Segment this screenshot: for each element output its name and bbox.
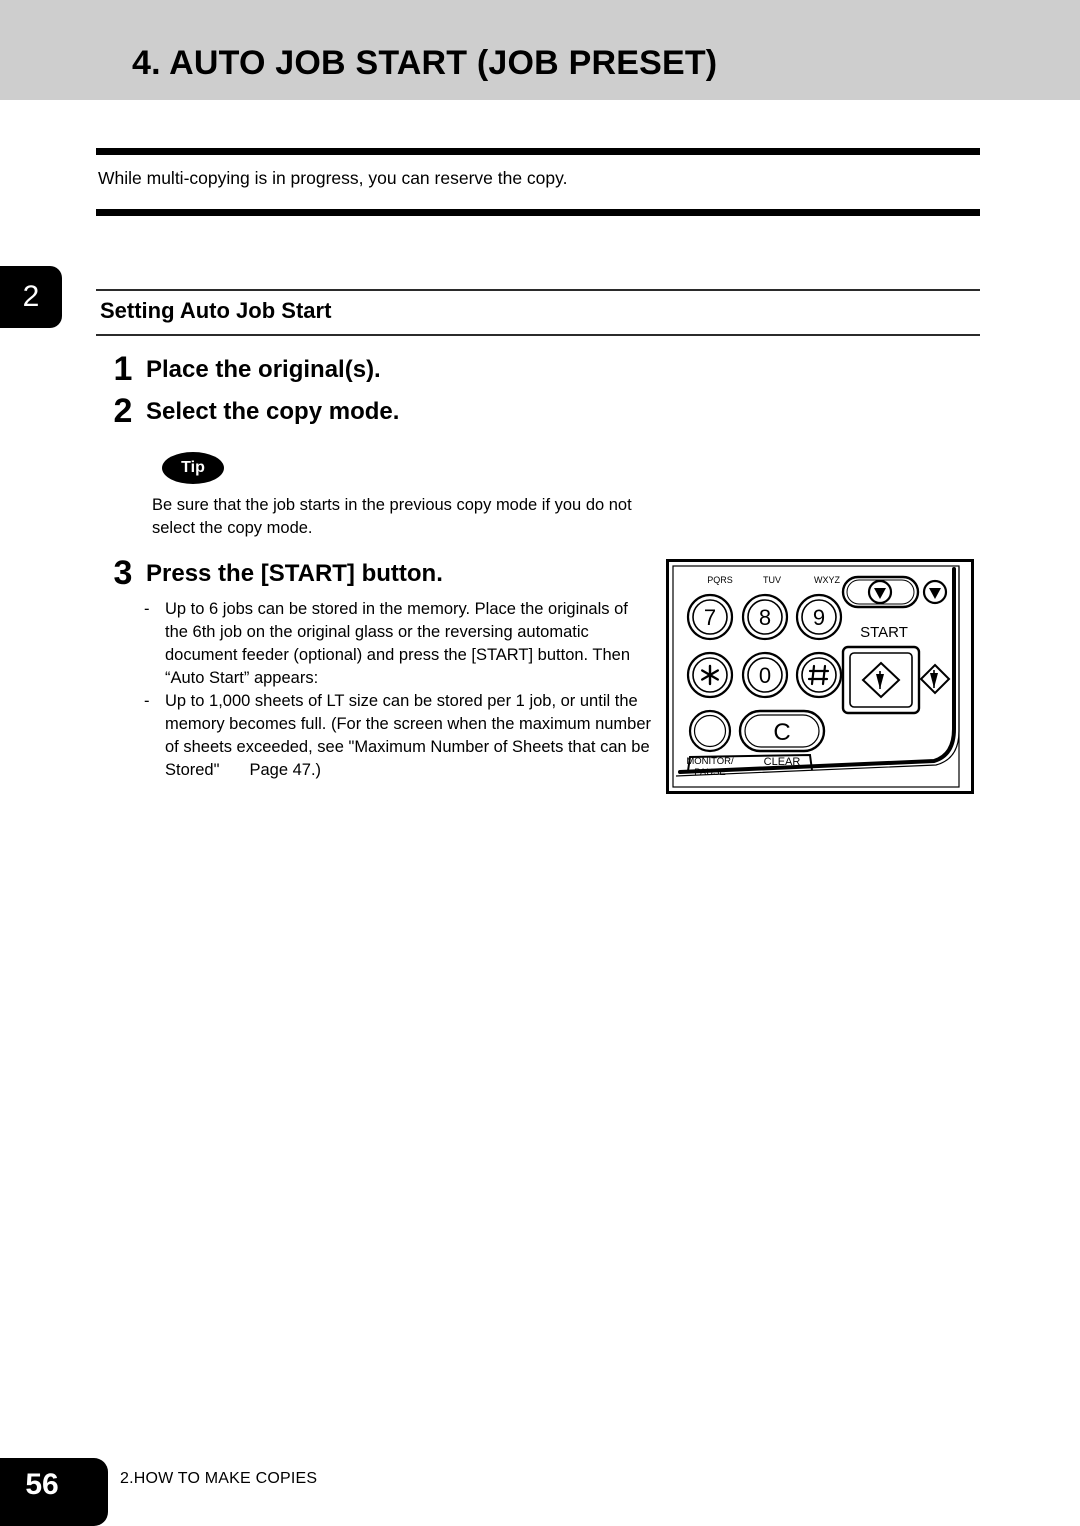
- stop-indicator-icon: [922, 579, 948, 605]
- note-1-text: Up to 6 jobs can be stored in the memory…: [165, 600, 631, 687]
- notes-list: - Up to 6 jobs can be stored in the memo…: [143, 598, 653, 782]
- section-rule-top: [96, 289, 980, 291]
- footer-page-number: 56: [25, 1468, 59, 1501]
- svg-text:PQRS: PQRS: [707, 575, 733, 585]
- svg-text:8: 8: [759, 605, 771, 630]
- chapter-tab-number: 2: [22, 280, 40, 313]
- bullet-dash-icon: -: [144, 692, 150, 710]
- tip-body-text: Be sure that the job starts in the previ…: [152, 496, 632, 537]
- section-title: Setting Auto Job Start: [100, 298, 332, 323]
- svg-text:9: 9: [813, 605, 825, 630]
- section-rule-bottom: [96, 334, 980, 336]
- keypad-key-hash: [795, 651, 843, 699]
- tip-badge-label: Tip: [181, 459, 205, 476]
- svg-text:PAUSE: PAUSE: [694, 767, 726, 778]
- list-item: - Up to 6 jobs can be stored in the memo…: [143, 598, 653, 690]
- list-item: - Up to 1,000 sheets of LT size can be s…: [143, 690, 653, 782]
- note-2-text: Up to 1,000 sheets of LT size can be sto…: [165, 692, 652, 779]
- step-2-text: Select the copy mode.: [146, 398, 400, 425]
- step-3-number: 3: [113, 554, 133, 592]
- svg-text:C: C: [773, 719, 790, 746]
- svg-text:7: 7: [704, 605, 716, 630]
- step-1-number: 1: [113, 350, 133, 388]
- intro-rule-top: [96, 148, 980, 155]
- step-1-text: Place the original(s).: [146, 356, 381, 383]
- footer-page-tab: 56: [0, 1458, 108, 1526]
- svg-text:CLEAR: CLEAR: [764, 756, 801, 768]
- step-2-number: 2: [113, 392, 133, 430]
- step-3-text: Press the [START] button.: [146, 560, 443, 587]
- footer-chapter-label: 2.HOW TO MAKE COPIES: [120, 1470, 318, 1487]
- start-label-text: START: [860, 624, 908, 641]
- page-title: 4. AUTO JOB START (JOB PRESET): [132, 44, 718, 82]
- svg-text:WXYZ: WXYZ: [814, 575, 841, 585]
- start-button: [841, 645, 921, 715]
- svg-text:0: 0: [759, 663, 771, 688]
- chapter-tab: 2: [0, 266, 62, 328]
- keypad-key-asterisk: [686, 651, 734, 699]
- bullet-dash-icon: -: [144, 600, 150, 618]
- svg-text:TUV: TUV: [763, 575, 781, 585]
- stop-button: [841, 575, 920, 609]
- tip-badge: Tip: [162, 452, 224, 484]
- note-2-page-ref: Page 47.): [249, 761, 322, 779]
- keypad-key-0: 0: [741, 651, 789, 699]
- intro-rule-bottom: [96, 209, 980, 216]
- intro-text: While multi-copying is in progress, you …: [98, 168, 568, 188]
- control-panel-illustration: 7 PQRS 8 TUV 9 WXYZ 0 MONITOR/ PAUSE C C…: [666, 559, 974, 794]
